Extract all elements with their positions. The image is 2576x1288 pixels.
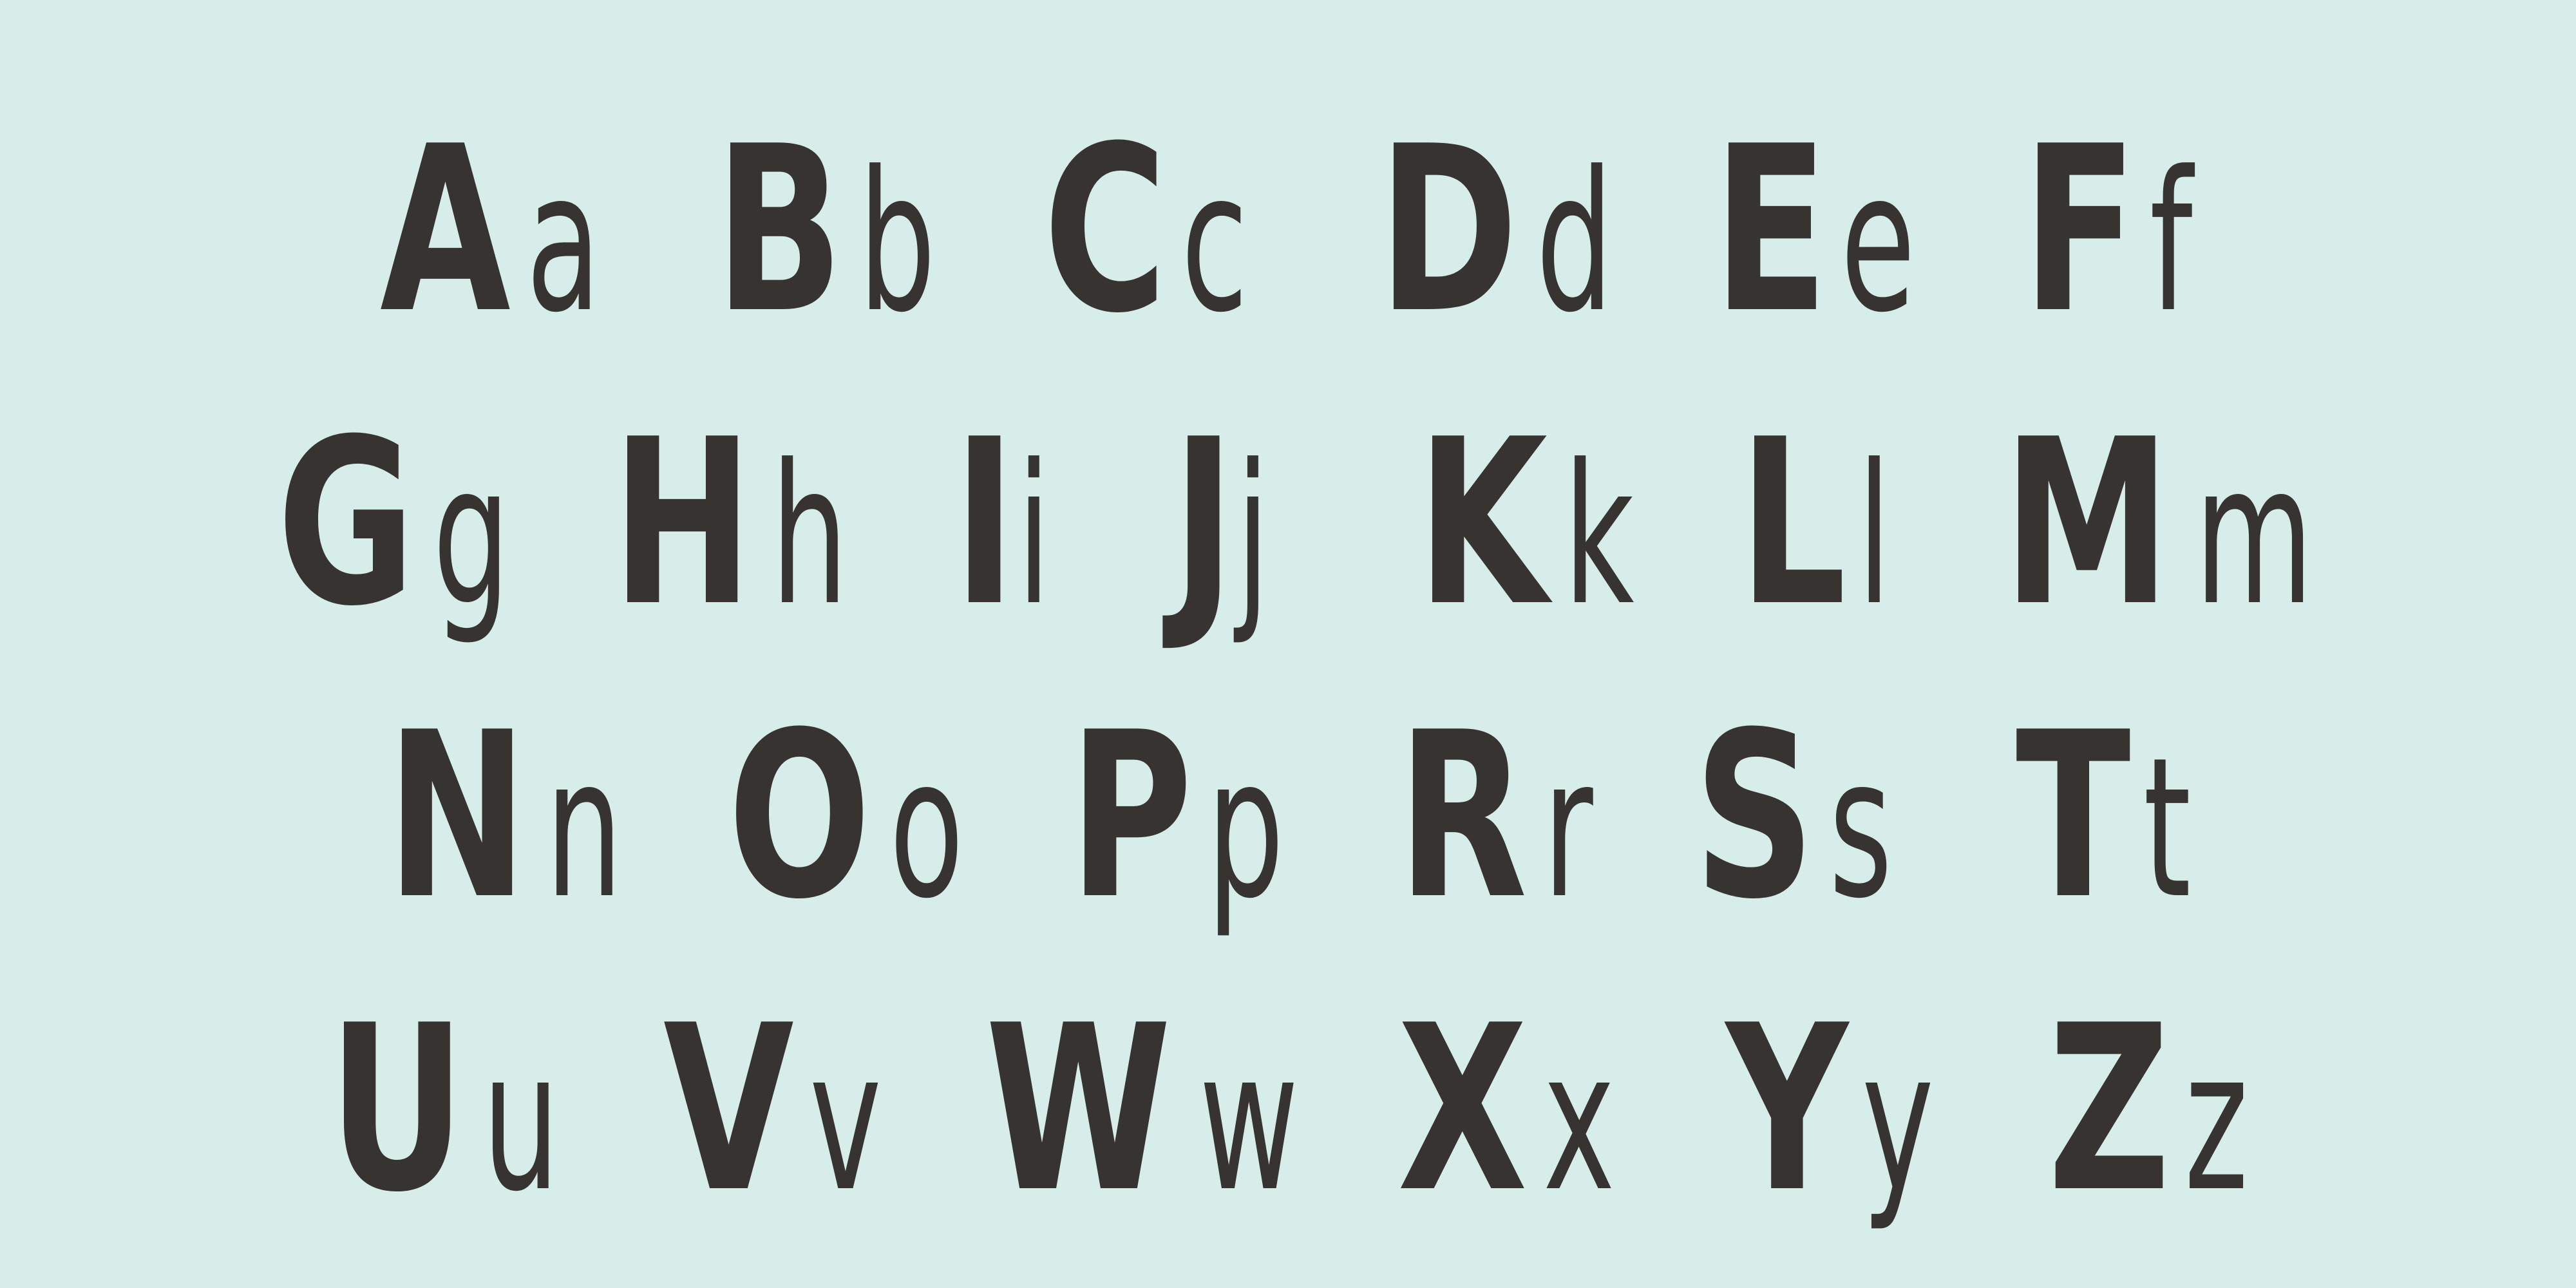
- glyph-pair-b: B b: [715, 116, 969, 345]
- glyph-pair-d: D d: [1378, 116, 1647, 345]
- uppercase-glyph: H: [612, 390, 753, 656]
- uppercase-glyph: Y: [1726, 976, 1848, 1242]
- lowercase-glyph: z: [2184, 1009, 2248, 1234]
- lowercase-glyph: n: [545, 716, 623, 941]
- uppercase-glyph: I: [953, 390, 1016, 656]
- glyph-pair-p: P p: [1069, 702, 1317, 931]
- lowercase-glyph: g: [433, 423, 511, 648]
- lowercase-glyph: x: [1543, 1009, 1616, 1234]
- glyph-pair-h: H h: [612, 409, 881, 638]
- glyph-pair-n: N n: [386, 702, 656, 931]
- glyph-pair-c: C c: [1043, 116, 1277, 345]
- glyph-pair-e: E e: [1713, 116, 1947, 345]
- uppercase-glyph: L: [1739, 390, 1846, 656]
- uppercase-glyph: D: [1378, 97, 1519, 363]
- lowercase-glyph: m: [2194, 423, 2313, 648]
- glyph-pair-k: K k: [1417, 409, 1664, 638]
- glyph-pair-j: J j: [1172, 409, 1284, 638]
- glyph-pair-m: M m: [2003, 409, 2364, 638]
- lowercase-glyph: a: [526, 130, 601, 355]
- lowercase-glyph: d: [1536, 130, 1614, 355]
- uppercase-glyph: B: [715, 97, 844, 363]
- lowercase-glyph: t: [2143, 716, 2191, 941]
- uppercase-glyph: S: [1694, 683, 1815, 949]
- uppercase-glyph: F: [2022, 97, 2137, 363]
- glyph-pair-r: R r: [1397, 702, 1615, 931]
- lowercase-glyph: k: [1563, 423, 1634, 648]
- uppercase-glyph: T: [2016, 683, 2131, 949]
- glyph-pair-o: O o: [728, 702, 996, 931]
- uppercase-glyph: R: [1397, 683, 1528, 949]
- uppercase-glyph: W: [985, 976, 1171, 1242]
- lowercase-glyph: s: [1829, 716, 1893, 941]
- uppercase-glyph: G: [277, 390, 415, 656]
- lowercase-glyph: i: [1016, 423, 1051, 648]
- glyph-pair-s: S s: [1694, 702, 1920, 931]
- uppercase-glyph: A: [380, 97, 511, 363]
- glyph-pair-i: I i: [953, 409, 1065, 638]
- lowercase-glyph: h: [771, 423, 849, 648]
- lowercase-glyph: f: [2150, 130, 2193, 355]
- lowercase-glyph: e: [1841, 130, 1916, 355]
- glyph-pair-a: A a: [380, 116, 633, 345]
- uppercase-glyph: J: [1172, 390, 1235, 656]
- lowercase-glyph: w: [1199, 1009, 1299, 1234]
- glyph-pair-f: F f: [2022, 116, 2211, 345]
- glyph-pair-y: Y y: [1726, 995, 1965, 1224]
- uppercase-glyph: P: [1069, 683, 1193, 949]
- uppercase-glyph: V: [663, 976, 794, 1242]
- uppercase-glyph: X: [1397, 976, 1528, 1242]
- uppercase-glyph: U: [328, 976, 466, 1242]
- lowercase-glyph: v: [810, 1009, 882, 1234]
- glyph-pair-t: T t: [2016, 702, 2211, 931]
- lowercase-glyph: p: [1207, 716, 1284, 941]
- lowercase-glyph: o: [889, 716, 965, 941]
- uppercase-glyph: N: [386, 683, 528, 949]
- uppercase-glyph: M: [2003, 390, 2171, 656]
- uppercase-glyph: Z: [2048, 976, 2170, 1242]
- glyph-pair-x: X x: [1397, 995, 1646, 1224]
- glyph-pair-l: L l: [1739, 409, 1906, 638]
- alphabet-specimen: A a B b C c D d E e F f G g H h I i J j …: [0, 0, 2576, 1288]
- lowercase-glyph: l: [1857, 423, 1891, 648]
- lowercase-glyph: b: [858, 130, 936, 355]
- lowercase-glyph: c: [1181, 130, 1249, 355]
- uppercase-glyph: K: [1417, 390, 1548, 656]
- glyph-pair-w: W w: [985, 995, 1341, 1224]
- glyph-pair-z: Z z: [2048, 995, 2275, 1224]
- uppercase-glyph: C: [1043, 97, 1168, 363]
- glyph-pair-v: V v: [663, 995, 913, 1224]
- uppercase-glyph: E: [1713, 97, 1828, 363]
- uppercase-glyph: O: [728, 683, 871, 949]
- glyph-pair-u: U u: [328, 995, 592, 1224]
- glyph-pair-g: G g: [277, 409, 543, 638]
- lowercase-glyph: r: [1542, 716, 1593, 941]
- lowercase-glyph: y: [1862, 1009, 1935, 1234]
- lowercase-glyph: u: [482, 1009, 560, 1234]
- lowercase-glyph: j: [1235, 423, 1270, 648]
